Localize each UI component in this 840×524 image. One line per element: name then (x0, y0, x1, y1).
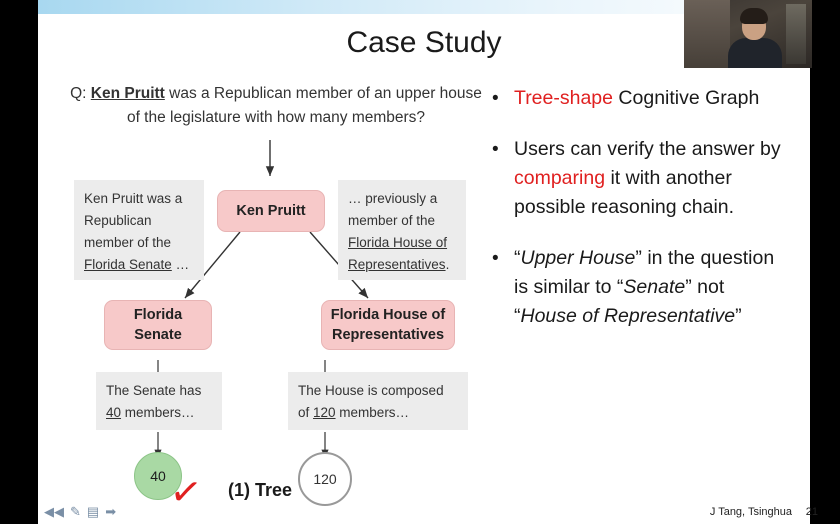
question-text: Q: Ken Pruitt was a Republican member of… (66, 82, 486, 130)
next-slide-icon[interactable]: ➡ (105, 505, 116, 518)
bullet-item-1: • Tree-shape Cognitive Graph (492, 84, 792, 113)
left-evidence-pre: The Senate has (106, 383, 202, 398)
left-context-underlined: Florida Senate (84, 257, 172, 272)
bullet-3-seg-7: ” (735, 305, 742, 327)
bullet-3-seg-6: House of Representative (520, 305, 736, 327)
bullet-item-2: • Users can verify the answer by compari… (492, 135, 792, 222)
right-context-tail: . (445, 257, 450, 272)
bullet-marker: • (492, 139, 499, 160)
question-entity: Ken Pruitt (90, 85, 165, 102)
answer-120-label: 120 (313, 471, 337, 487)
bullet-list: • Tree-shape Cognitive Graph • Users can… (492, 84, 792, 353)
node-florida-house-line2: Representatives (331, 327, 445, 343)
right-evidence-post: members… (335, 405, 410, 420)
previous-slide-icon[interactable]: ◀◀ (44, 505, 64, 518)
left-context-line1: Ken Pruitt was a (84, 191, 183, 206)
left-context-line2: Republican (84, 213, 152, 228)
question-body: was a Republican member of an upper hous… (126, 85, 482, 126)
question-prefix: Q: (70, 85, 91, 102)
pen-tool-icon[interactable]: ✎ (70, 505, 81, 518)
answer-circle-120: 120 (298, 452, 352, 506)
screen-options-icon[interactable]: ▤ (87, 505, 99, 518)
left-evidence-number: 40 (106, 405, 122, 420)
bullet-marker: • (492, 248, 499, 269)
cognitive-graph: Ken Pruitt was a Republican member of th… (60, 140, 500, 516)
webcam-video-overlay[interactable] (684, 0, 812, 68)
left-evidence-post: members… (121, 405, 195, 420)
presentation-controls[interactable]: ◀◀ ✎ ▤ ➡ (44, 505, 116, 518)
bullet-marker: • (492, 88, 499, 109)
right-context-line1: … previously a (348, 191, 438, 206)
bullet-3-seg-4: Senate (623, 276, 686, 298)
bullet-2-seg-2: comparing (514, 167, 606, 189)
left-context-tail: … (171, 257, 190, 272)
left-evidence-box: The Senate has 40 members… (96, 372, 222, 430)
answer-40-label: 40 (150, 468, 166, 484)
bullet-1-seg-2: Cognitive Graph (613, 87, 760, 109)
right-evidence-pre2: of (298, 405, 314, 420)
right-evidence-number: 120 (313, 405, 336, 420)
footer-attribution: J Tang, Tsinghua (709, 506, 792, 518)
node-florida-senate-line2: Senate (134, 327, 182, 343)
figure-caption: (1) Tree (228, 480, 293, 500)
bullet-item-3: • “Upper House” in the question is simil… (492, 244, 792, 331)
node-florida-senate: Florida Senate (104, 300, 212, 350)
bullet-3-seg-2: Upper House (520, 247, 636, 269)
bullet-1-seg-1: Tree-shape (514, 87, 613, 109)
right-evidence-pre: The House is composed (298, 383, 444, 398)
right-context-underlined1: Florida House of (348, 235, 448, 250)
right-evidence-box: The House is composed of 120 members… (288, 372, 468, 430)
left-context-box: Ken Pruitt was a Republican member of th… (74, 180, 204, 280)
webcam-light-panel (786, 4, 806, 64)
right-context-underlined2: Representatives (348, 257, 446, 272)
right-context-box: … previously a member of the Florida Hou… (338, 180, 466, 280)
node-florida-senate-line1: Florida (133, 307, 183, 323)
bullet-2-seg-1: Users can verify the answer by (514, 138, 781, 160)
webcam-person-body (728, 38, 782, 68)
node-ken-pruitt: Ken Pruitt (217, 190, 325, 232)
correct-check-icon: ✓ (167, 469, 205, 517)
webcam-wall (684, 0, 730, 68)
webcam-person-hair (740, 8, 768, 24)
right-context-line2: member of the (348, 213, 436, 228)
slide-root: Case Study Q: Ken Pruitt was a Republica… (0, 0, 840, 524)
node-florida-house-line1: Florida House of (330, 307, 446, 323)
node-ken-pruitt-label: Ken Pruitt (236, 203, 306, 219)
left-context-line3: member of the (84, 235, 172, 250)
node-florida-house: Florida House of Representatives (321, 300, 455, 350)
page-number: 21 (805, 506, 818, 518)
